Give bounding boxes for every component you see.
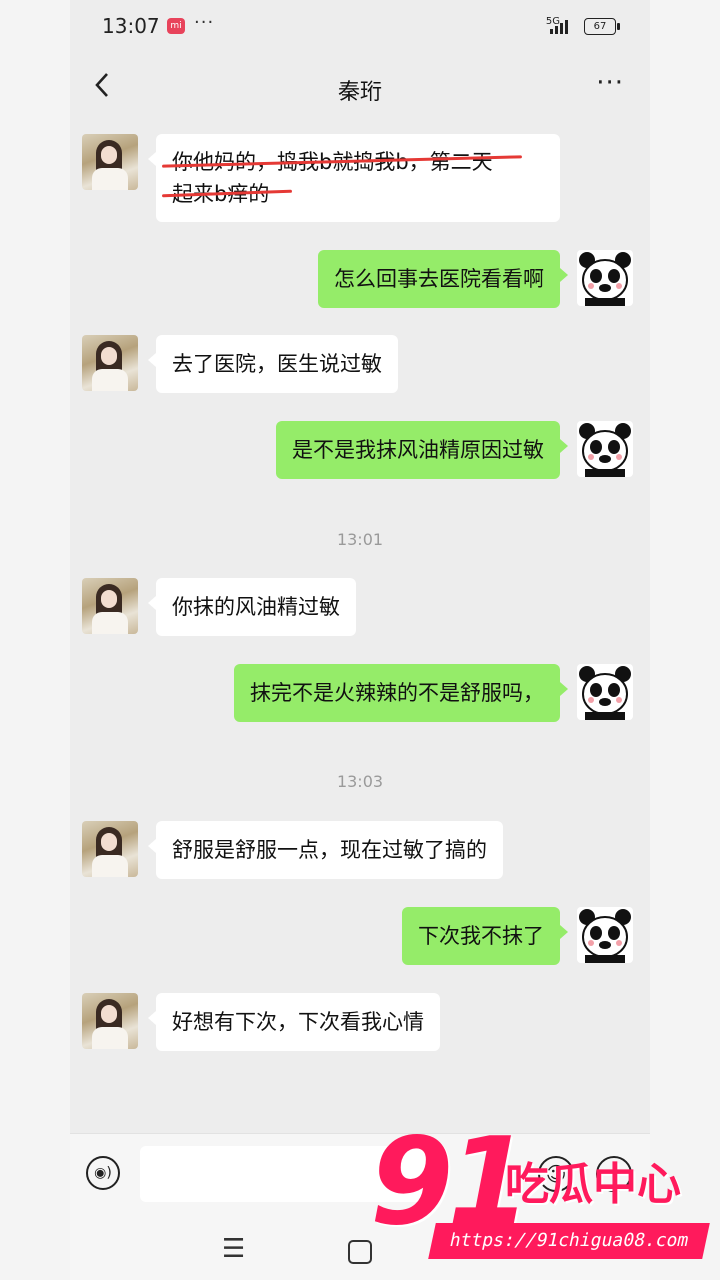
- contact-avatar[interactable]: [82, 993, 138, 1049]
- watermark-url: https://91chigua08.com: [428, 1223, 710, 1259]
- message-bubble-received[interactable]: 你抹的风油精过敏: [148, 578, 356, 636]
- message-bubble-sent[interactable]: 是不是我抹风油精原因过敏: [276, 421, 568, 479]
- message-bubble-received[interactable]: 去了医院，医生说过敏: [148, 335, 398, 393]
- voice-button[interactable]: ◉): [86, 1156, 120, 1190]
- chat-screen: 13:07 mi ··· 5G 67 秦珩 ··· 你他妈的，捣我b就捣我b，第…: [70, 0, 650, 1280]
- message-bubble-received[interactable]: 舒服是舒服一点，现在过敏了搞的: [148, 821, 503, 879]
- panda-avatar[interactable]: [577, 250, 633, 306]
- panda-icon: [579, 909, 631, 963]
- watermark-logo-text: 吃瓜中心: [505, 1159, 681, 1210]
- right-margin: [650, 0, 720, 1280]
- timestamp: 13:03: [336, 772, 384, 791]
- more-options-button[interactable]: ···: [596, 68, 624, 98]
- signal-icon: [550, 18, 572, 34]
- message-bubble-received[interactable]: 好想有下次，下次看我心情: [148, 993, 440, 1051]
- message-bubble-sent[interactable]: 抹完不是火辣辣的不是舒服吗，: [234, 664, 568, 722]
- notification-dots-icon: ···: [194, 12, 215, 33]
- panda-icon: [579, 423, 631, 477]
- voice-icon: ◉): [94, 1165, 112, 1181]
- contact-avatar[interactable]: [82, 821, 138, 877]
- status-bar: 13:07 mi ··· 5G 67: [70, 0, 650, 54]
- panda-icon: [579, 252, 631, 306]
- panda-icon: [579, 666, 631, 720]
- panda-avatar[interactable]: [577, 421, 633, 477]
- status-time: 13:07: [102, 14, 160, 38]
- contact-avatar[interactable]: [82, 335, 138, 391]
- chat-title: 秦珩: [337, 80, 382, 105]
- battery-icon: 67: [584, 18, 620, 35]
- timestamp: 13:01: [336, 530, 384, 549]
- message-bubble-received[interactable]: 你他妈的，捣我b就捣我b，第二天 起来b痒的: [148, 134, 560, 222]
- home-nav-icon[interactable]: [348, 1240, 372, 1264]
- menu-nav-icon[interactable]: ☰: [222, 1234, 245, 1264]
- message-bubble-sent[interactable]: 怎么回事去医院看看啊: [318, 250, 568, 308]
- left-margin: [0, 0, 70, 1280]
- message-bubble-sent[interactable]: 下次我不抹了: [402, 907, 568, 965]
- contact-avatar[interactable]: [82, 578, 138, 634]
- panda-avatar[interactable]: [577, 664, 633, 720]
- mi-app-icon: mi: [167, 18, 185, 34]
- panda-avatar[interactable]: [577, 907, 633, 963]
- contact-avatar[interactable]: [82, 134, 138, 190]
- chat-header: 秦珩 ···: [70, 58, 650, 116]
